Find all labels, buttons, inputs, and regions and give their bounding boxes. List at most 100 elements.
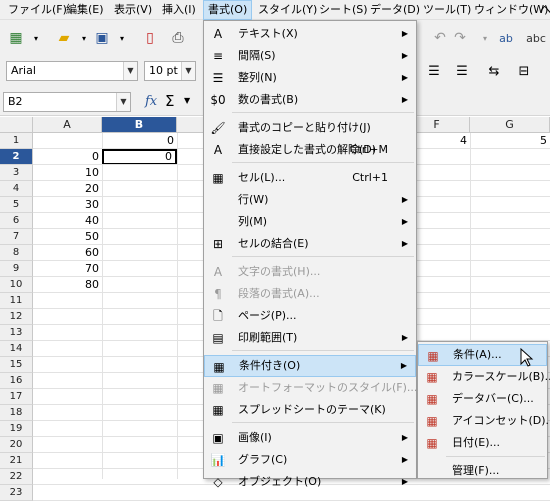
row-header-9[interactable]: 9 [0, 261, 33, 277]
cell-a10[interactable]: 80 [33, 277, 102, 293]
menu-item-autoformat-styles[interactable]: ▦ オートフォーマットのスタイル(F)... [204, 377, 417, 399]
open-dropdown-icon[interactable]: ▾ [74, 28, 94, 48]
column-header-b[interactable]: B [102, 117, 177, 133]
cell-a4[interactable]: 20 [33, 181, 102, 197]
menu-item-object[interactable]: ◇ オブジェクト(O) ▶ [204, 471, 416, 493]
row-header-12[interactable]: 12 [0, 309, 33, 325]
save-dropdown-icon[interactable]: ▾ [112, 28, 132, 48]
menu-item-clear-direct-formatting[interactable]: A 直接設定した書式の解除(D) Ctrl+M [204, 139, 416, 161]
submenu-item-color-scale[interactable]: ▦ カラースケール(B)... [418, 366, 550, 388]
menu-item-paragraph[interactable]: ¶ 段落の書式(A)... [204, 283, 416, 305]
wrap-text-icon[interactable]: ⇆ [484, 61, 504, 81]
row-header-22[interactable]: 22 [0, 469, 33, 485]
chevron-down-icon[interactable]: ▼ [123, 62, 137, 80]
menu-sheet[interactable]: シート(S) [315, 0, 372, 20]
column-header-hidden[interactable] [177, 117, 205, 133]
row-header-1[interactable]: 1 [0, 133, 33, 149]
row-header-20[interactable]: 20 [0, 437, 33, 453]
new-spreadsheet-icon[interactable]: ▦ [6, 28, 26, 48]
cell-a8[interactable]: 60 [33, 245, 102, 261]
submenu-item-date[interactable]: ▦ 日付(E)... [418, 432, 547, 454]
menu-item-columns[interactable]: 列(M) ▶ [204, 211, 416, 233]
menu-item-spreadsheet-theme[interactable]: ▦ スプレッドシートのテーマ(K) [204, 399, 416, 421]
row-header-19[interactable]: 19 [0, 421, 33, 437]
row-header-6[interactable]: 6 [0, 213, 33, 229]
row-header-14[interactable]: 14 [0, 341, 33, 357]
autospell-icon[interactable]: abc [526, 28, 546, 48]
menu-item-spacing[interactable]: ≡ 間隔(S) ▶ [204, 45, 416, 67]
row-header-11[interactable]: 11 [0, 293, 33, 309]
font-size-combo[interactable]: 10 pt ▼ [144, 61, 196, 81]
menu-item-conditional[interactable]: ▦ 条件付き(O) ▶ [204, 355, 416, 377]
cell-a2[interactable]: 0 [33, 149, 102, 165]
cell-b1[interactable]: 0 [102, 133, 177, 149]
name-box[interactable]: B2 ▼ [3, 92, 131, 112]
function-wizard-icon[interactable]: fx [145, 94, 157, 109]
cell-a6[interactable]: 40 [33, 213, 102, 229]
column-header-a[interactable]: A [33, 117, 102, 133]
merge-center-icon[interactable]: ⊟ [514, 61, 534, 81]
sum-icon[interactable]: Σ [165, 92, 174, 110]
submenu-item-icon-set[interactable]: ▦ アイコンセット(D)... [418, 410, 550, 432]
column-header-g[interactable]: G [470, 117, 550, 133]
sum-dropdown-icon[interactable]: ▼ [184, 96, 190, 105]
row-header-8[interactable]: 8 [0, 245, 33, 261]
row-header-17[interactable]: 17 [0, 389, 33, 405]
menu-item-image[interactable]: ▣ 画像(I) ▶ [204, 427, 416, 449]
row-header-5[interactable]: 5 [0, 197, 33, 213]
open-folder-icon[interactable]: ▰ [54, 28, 74, 48]
row-header-7[interactable]: 7 [0, 229, 33, 245]
font-name-combo[interactable]: Arial ▼ [6, 61, 138, 81]
row-header-15[interactable]: 15 [0, 357, 33, 373]
menu-file[interactable]: ファイル(F) [4, 0, 71, 20]
menu-help[interactable]: ヘ [536, 0, 550, 20]
cell-b2-selected[interactable]: 0 [102, 149, 177, 165]
row-header-18[interactable]: 18 [0, 405, 33, 421]
menu-item-rows[interactable]: 行(W) ▶ [204, 189, 416, 211]
menu-item-text[interactable]: A テキスト(X) ▶ [204, 23, 416, 45]
row-header-21[interactable]: 21 [0, 453, 33, 469]
menu-item-print-ranges[interactable]: ▤ 印刷範囲(T) ▶ [204, 327, 416, 349]
print-icon[interactable]: ⎙ [168, 28, 188, 48]
menu-data[interactable]: データ(D) [366, 0, 424, 20]
new-dropdown-icon[interactable]: ▾ [26, 28, 46, 48]
menu-styles[interactable]: スタイル(Y) [254, 0, 321, 20]
submenu-item-data-bar[interactable]: ▦ データバー(C)... [418, 388, 547, 410]
save-icon[interactable]: ▣ [92, 28, 112, 48]
row-header-2[interactable]: 2 [0, 149, 33, 165]
align-center-icon[interactable]: ☰ [424, 61, 444, 81]
menu-edit[interactable]: 編集(E) [62, 0, 108, 20]
export-pdf-icon[interactable]: ▯ [140, 28, 160, 48]
cell-a3[interactable]: 10 [33, 165, 102, 181]
redo-dropdown-icon[interactable]: ▾ [475, 28, 495, 48]
menu-view[interactable]: 表示(V) [110, 0, 156, 20]
menu-item-align[interactable]: ☰ 整列(N) ▶ [204, 67, 416, 89]
menu-tools[interactable]: ツール(T) [419, 0, 475, 20]
menu-insert[interactable]: 挿入(I) [158, 0, 200, 20]
corner-select-all[interactable] [0, 117, 33, 133]
cell-g1[interactable]: 5 [470, 133, 550, 149]
menu-item-cells[interactable]: ▦ セル(L)... Ctrl+1 [204, 167, 416, 189]
menu-item-clone-formatting[interactable]: 🖌 書式のコピーと貼り付け(J) [204, 117, 416, 139]
align-right-icon[interactable]: ☰ [452, 61, 472, 81]
chevron-down-icon[interactable]: ▼ [181, 62, 195, 80]
row-header-3[interactable]: 3 [0, 165, 33, 181]
redo-icon[interactable]: ↷ [450, 28, 470, 48]
chevron-down-icon[interactable]: ▼ [116, 93, 130, 111]
cell-a5[interactable]: 30 [33, 197, 102, 213]
menu-item-number-format[interactable]: $0 数の書式(B) ▶ [204, 89, 416, 111]
row-header-13[interactable]: 13 [0, 325, 33, 341]
row-header-16[interactable]: 16 [0, 373, 33, 389]
menu-format[interactable]: 書式(O) [203, 0, 253, 20]
row-header-23[interactable]: 23 [0, 485, 33, 501]
menu-item-chart[interactable]: 📊 グラフ(C) ▶ [204, 449, 416, 471]
menu-item-character[interactable]: A 文字の書式(H)... [204, 261, 416, 283]
menu-item-page[interactable]: 🗋 ページ(P)... [204, 305, 416, 327]
cell-a7[interactable]: 50 [33, 229, 102, 245]
menu-item-merge-cells[interactable]: ⊞ セルの結合(E) ▶ [204, 233, 416, 255]
row-header-10[interactable]: 10 [0, 277, 33, 293]
undo-icon[interactable]: ↶ [430, 28, 450, 48]
row-header-4[interactable]: 4 [0, 181, 33, 197]
cell-a9[interactable]: 70 [33, 261, 102, 277]
spelling-icon[interactable]: ab [496, 28, 516, 48]
